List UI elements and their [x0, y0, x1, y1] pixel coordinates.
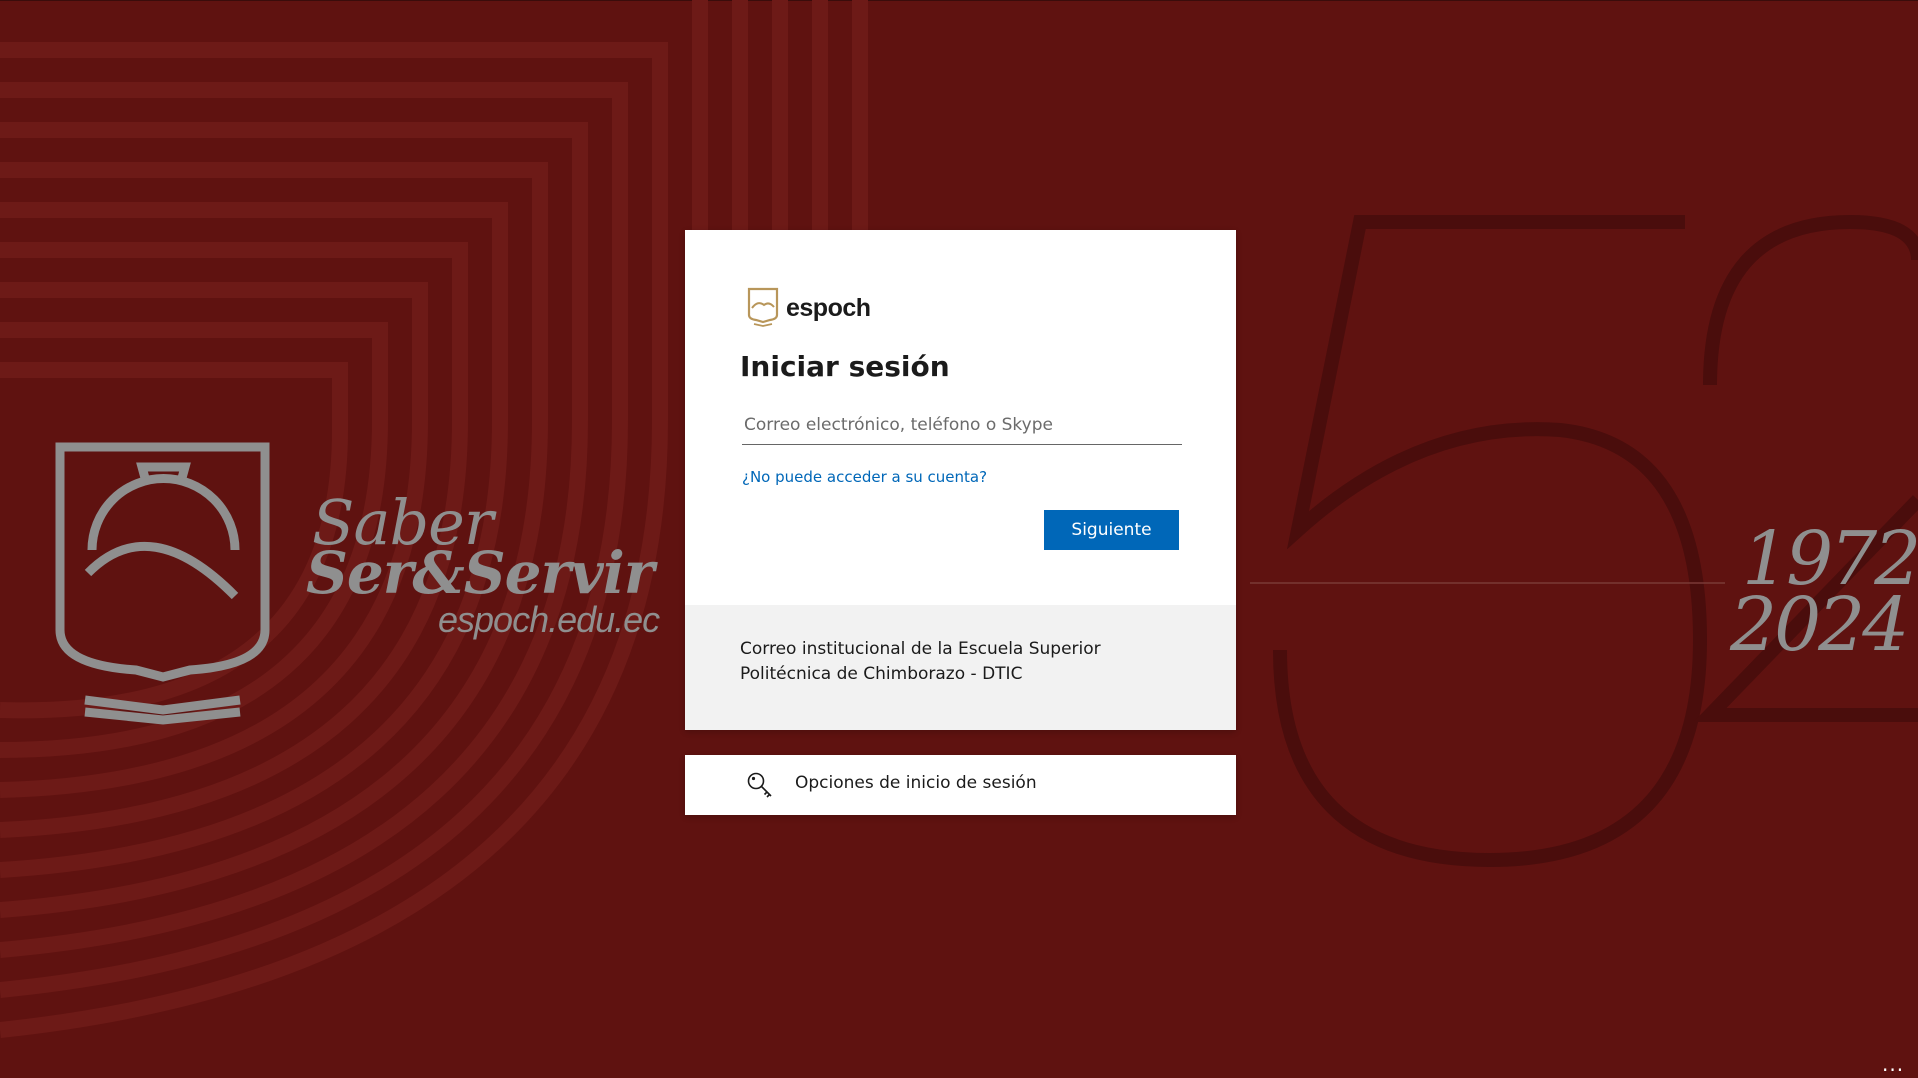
email-input[interactable]: [742, 406, 1182, 445]
website-text: espoch.edu.ec: [438, 599, 660, 640]
sign-in-options-button[interactable]: Opciones de inicio de sesión: [685, 755, 1236, 815]
numeral-five-outline: [1273, 215, 1708, 868]
page-title: Iniciar sesión: [740, 350, 950, 383]
espoch-logo: espoch: [746, 287, 871, 329]
key-search-icon: [747, 772, 772, 798]
sign-in-form: espoch Iniciar sesión ¿No puede acceder …: [685, 230, 1236, 605]
email-input-wrapper: [742, 406, 1236, 446]
year-end: 2024: [1730, 582, 1909, 668]
cant-access-account-link[interactable]: ¿No puede acceder a su cuenta?: [742, 468, 987, 486]
sign-in-card: espoch Iniciar sesión ¿No puede acceder …: [685, 230, 1236, 730]
card-footer: Correo institucional de la Escuela Super…: [685, 605, 1236, 730]
institution-description: Correo institucional de la Escuela Super…: [740, 639, 1101, 684]
logo-text: espoch: [786, 293, 871, 322]
espoch-mountain-logo-icon: [747, 287, 779, 327]
motto-ser-servir: Ser&Servir: [306, 539, 654, 607]
more-options-button[interactable]: ...: [1882, 1052, 1904, 1076]
next-button[interactable]: Siguiente: [1044, 510, 1179, 550]
sign-in-options-label: Opciones de inicio de sesión: [795, 773, 1037, 793]
